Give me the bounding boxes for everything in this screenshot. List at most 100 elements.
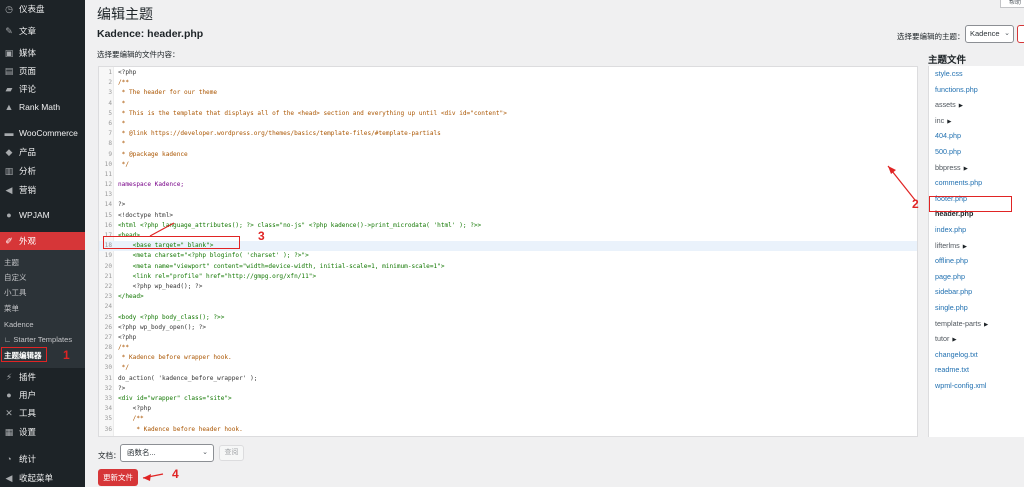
submenu-item[interactable]: Kadence	[4, 318, 34, 331]
lookup-button[interactable]: 查阅	[219, 445, 244, 461]
folder-item[interactable]: tutor ▶	[935, 333, 957, 345]
sidebar-item-posts[interactable]: ✎ 文章	[0, 22, 85, 40]
code-line[interactable]: 28 /**	[99, 343, 917, 353]
code-line[interactable]: 8 *	[99, 139, 917, 149]
code-line[interactable]: 14 ?>	[99, 200, 917, 210]
expand-arrow-icon[interactable]: ▶	[947, 119, 951, 125]
sidebar-item-comments[interactable]: ▰ 评论	[0, 80, 85, 98]
code-line[interactable]: 4 *	[99, 99, 917, 109]
update-file-button[interactable]: 更新文件	[98, 469, 138, 486]
line-number: 22	[104, 282, 112, 290]
code-line[interactable]: 22 <?php wp_head(); ?>	[99, 282, 917, 292]
code-line[interactable]: 33 <div id="wrapper" class="site">	[99, 394, 917, 404]
expand-arrow-icon[interactable]: ▶	[959, 103, 963, 109]
code-line[interactable]: 1 <?php	[99, 68, 917, 78]
code-line[interactable]: 34 <?php	[99, 404, 917, 414]
code-line[interactable]: 2 /**	[99, 78, 917, 88]
theme-select[interactable]: Kadence ⌄	[965, 25, 1014, 43]
file-item[interactable]: page.php	[935, 271, 965, 283]
sidebar-item-label: 产品	[19, 147, 37, 157]
file-label: page.php	[935, 271, 965, 281]
folder-item[interactable]: inc ▶	[935, 115, 951, 127]
code-line[interactable]: 6 *	[99, 119, 917, 129]
code-line[interactable]: 36 * Kadence before header hook.	[99, 425, 917, 435]
code-line[interactable]: 30 */	[99, 363, 917, 373]
file-item[interactable]: comments.php	[935, 177, 982, 189]
function-name-select[interactable]: 函数名... ⌄	[120, 444, 214, 462]
code-line[interactable]: 26 <?php wp_body_open(); ?>	[99, 323, 917, 333]
code-line[interactable]: 12 namespace Kadence;	[99, 180, 917, 190]
code-line[interactable]: 7 * @link https://developer.wordpress.or…	[99, 129, 917, 139]
sidebar-item-users[interactable]: ● 用户	[0, 386, 85, 404]
sidebar-item-wpjam[interactable]: ● WPJAM	[0, 206, 85, 224]
sidebar-item-plugins[interactable]: ⚡ 插件	[0, 368, 85, 386]
sidebar-item-analytics[interactable]: ▥ 分析	[0, 162, 85, 180]
expand-arrow-icon[interactable]: ▶	[984, 322, 988, 328]
code-line[interactable]: 11	[99, 170, 917, 180]
submenu-item[interactable]: 小工具	[4, 286, 27, 299]
sidebar-item-pages[interactable]: ▤ 页面	[0, 62, 85, 80]
sidebar-item-settings[interactable]: ▦ 设置	[0, 423, 85, 441]
sidebar-item-woocommerce[interactable]: ▬ WooCommerce	[0, 124, 85, 142]
sidebar-item-dashboard[interactable]: ◷ 仪表盘	[0, 0, 85, 18]
sidebar-item-collapse[interactable]: ◀ 收起菜单	[0, 469, 85, 487]
code-line[interactable]: 9 * @package kadence	[99, 150, 917, 160]
help-tab[interactable]: 帮助	[1000, 0, 1024, 8]
sidebar-item-appearance[interactable]: ✐ 外观	[0, 232, 85, 250]
file-item[interactable]: sidebar.php	[935, 286, 972, 298]
folder-item[interactable]: bbpress ▶	[935, 162, 968, 174]
code-line[interactable]: 10 */	[99, 160, 917, 170]
sidebar-item-marketing[interactable]: ◀ 营销	[0, 181, 85, 199]
sidebar-item-rankmath[interactable]: ▲ Rank Math	[0, 98, 85, 116]
submenu-item[interactable]: 自定义	[4, 271, 27, 284]
file-item[interactable]: 404.php	[935, 130, 961, 142]
code-line[interactable]: 20 <meta name="viewport" content="width=…	[99, 262, 917, 272]
code-line[interactable]: 37 *	[99, 435, 917, 437]
code-text: <?php wp_body_open(); ?>	[118, 323, 207, 331]
folder-item[interactable]: lifterlms ▶	[935, 240, 967, 252]
expand-arrow-icon[interactable]: ▶	[952, 337, 956, 343]
code-line[interactable]: 31 do_action( 'kadence_before_wrapper' );	[99, 374, 917, 384]
sidebar-item-products[interactable]: ◆ 产品	[0, 143, 85, 161]
code-line[interactable]: 19 <meta charset="<?php bloginfo( 'chars…	[99, 251, 917, 261]
code-line[interactable]: 29 * Kadence before wrapper hook.	[99, 353, 917, 363]
code-line[interactable]: 16 <html <?php language_attributes(); ?> …	[99, 221, 917, 231]
code-line[interactable]: 13	[99, 190, 917, 200]
code-editor[interactable]: 1 <?php 2/** 3 * The header for our theme 4 …	[98, 66, 918, 437]
code-line[interactable]: 5 * This is the template that displays a…	[99, 109, 917, 119]
file-item[interactable]: wpml-config.xml	[935, 380, 987, 392]
chevron-down-icon: ⌄	[202, 449, 208, 456]
submenu-item[interactable]: 菜单	[4, 302, 19, 315]
file-item[interactable]: changelog.txt	[935, 349, 978, 361]
file-label: readme.txt	[935, 365, 969, 375]
file-item[interactable]: single.php	[935, 302, 968, 314]
line-number: 6	[108, 119, 112, 127]
expand-arrow-icon[interactable]: ▶	[964, 166, 968, 172]
code-line[interactable]: 27 <?php	[99, 333, 917, 343]
sidebar-item-stats[interactable]: ◔ 统计	[0, 450, 85, 468]
product-box-icon: ◆	[5, 146, 13, 157]
code-line[interactable]: 21 <link rel="profile" href="http://gmpg…	[99, 272, 917, 282]
code-line[interactable]: 25 <body <?php body_class(); ?>>	[99, 313, 917, 323]
code-line[interactable]: 3 * The header for our theme	[99, 88, 917, 98]
submenu-item[interactable]: 主题	[4, 256, 19, 269]
expand-arrow-icon[interactable]: ▶	[963, 244, 967, 250]
file-item[interactable]: style.css	[935, 68, 963, 80]
code-line[interactable]: 15 <!doctype html>	[99, 211, 917, 221]
file-item[interactable]: index.php	[935, 224, 966, 236]
code-line[interactable]: 32 ?>	[99, 384, 917, 394]
folder-item[interactable]: template-parts ▶	[935, 318, 988, 330]
code-line[interactable]: 23 </head>	[99, 292, 917, 302]
submenu-item[interactable]: ∟ Starter Templates	[4, 333, 72, 346]
file-item[interactable]: 500.php	[935, 146, 961, 158]
file-item[interactable]: offline.php	[935, 255, 968, 267]
sidebar-item-media[interactable]: ▣ 媒体	[0, 44, 85, 62]
file-item[interactable]: functions.php	[935, 84, 978, 96]
code-line[interactable]: 24	[99, 302, 917, 312]
folder-item[interactable]: assets ▶	[935, 99, 963, 111]
file-label: bbpress	[935, 162, 961, 172]
code-line[interactable]: 35 /**	[99, 414, 917, 424]
theme-select-button[interactable]	[1017, 25, 1024, 43]
file-item[interactable]: readme.txt	[935, 364, 969, 376]
sidebar-item-tools[interactable]: ✕ 工具	[0, 404, 85, 422]
